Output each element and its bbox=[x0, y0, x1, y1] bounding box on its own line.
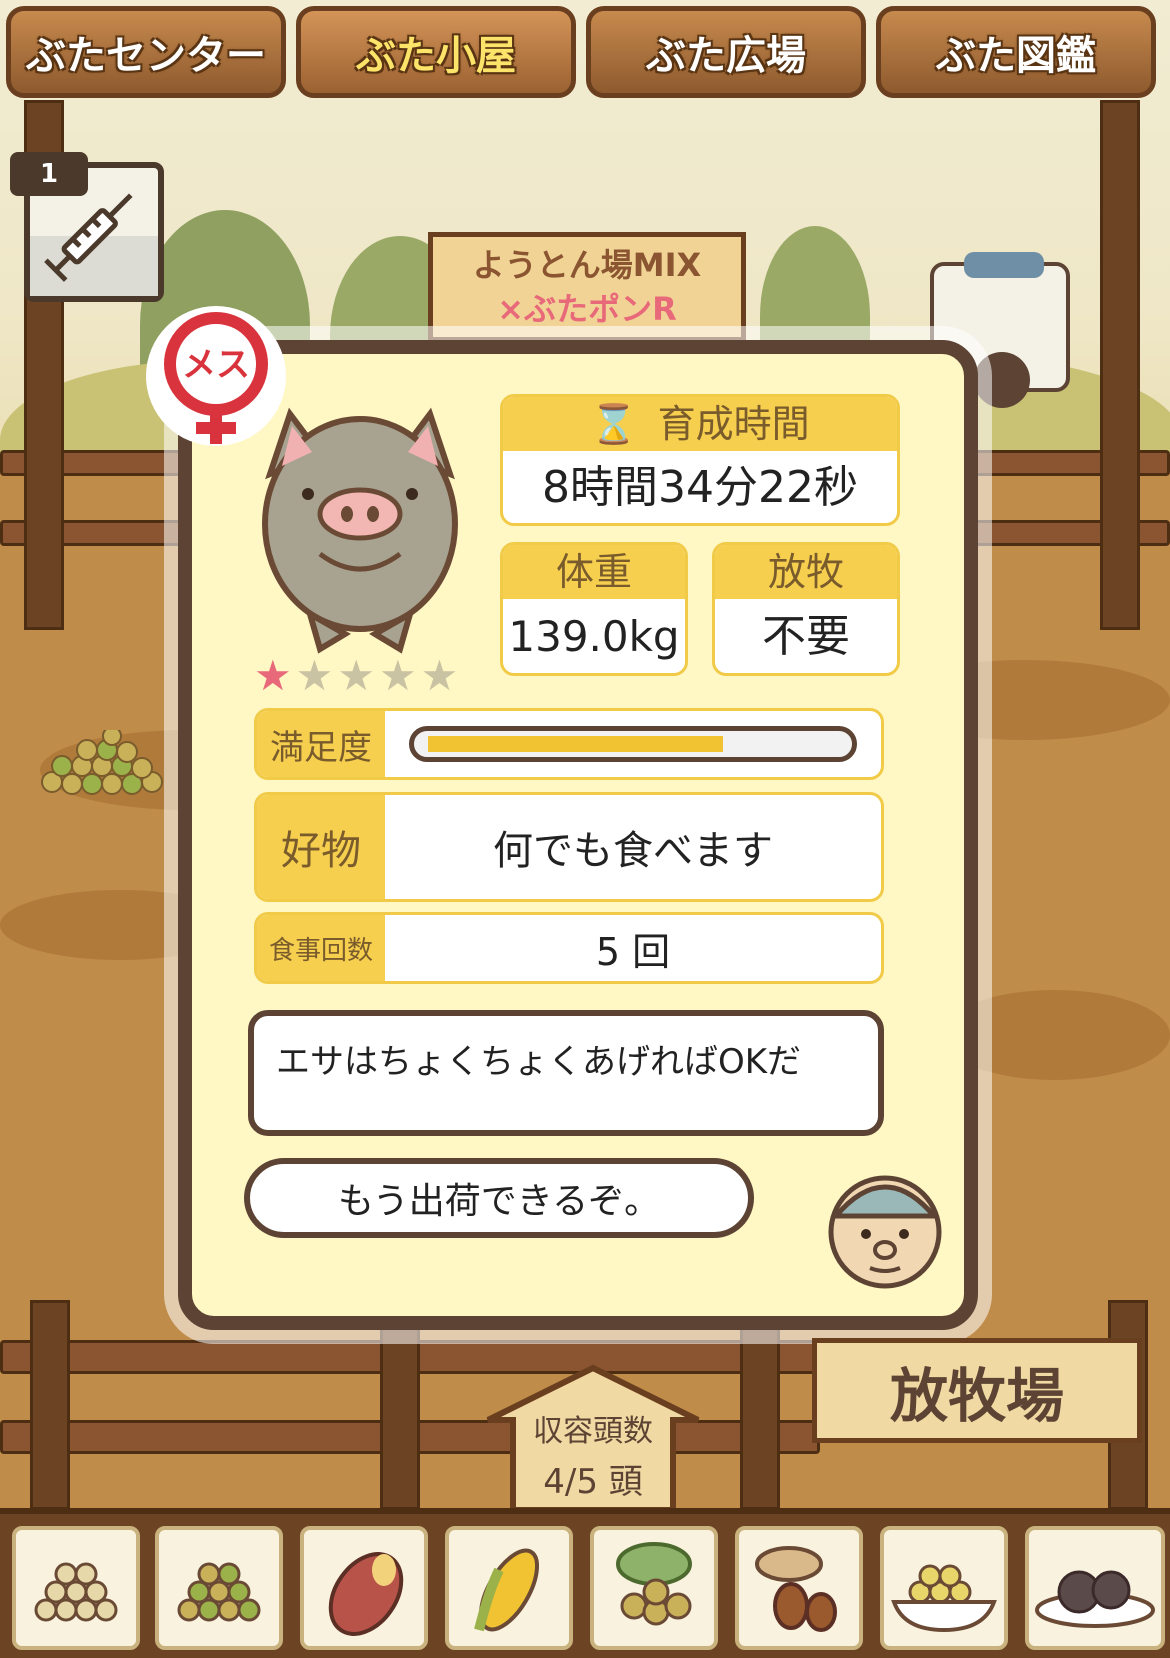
promo-sign[interactable]: ようとん場MIX ×ぶたポンR bbox=[428, 232, 746, 342]
satisfaction-label: 満足度 bbox=[257, 711, 385, 777]
growth-time-box: ⌛ 育成時間 8時間34分22秒 bbox=[500, 394, 900, 526]
farmer-avatar bbox=[828, 1175, 942, 1289]
tab-buta-goya[interactable]: ぶた小屋 bbox=[296, 6, 576, 98]
feed-pile[interactable] bbox=[32, 730, 172, 800]
feed-bowl-button[interactable] bbox=[880, 1526, 1008, 1650]
satisfaction-bar bbox=[409, 726, 857, 762]
sweet-potato-icon bbox=[328, 1552, 404, 1636]
fence-post bbox=[1100, 100, 1140, 630]
gender-label: メス bbox=[182, 345, 250, 385]
grazing-value: 不要 bbox=[762, 611, 850, 662]
rarity-stars: ★ ★ ★ ★ ★ bbox=[254, 651, 484, 700]
meal-count-label: 食事回数 bbox=[257, 915, 385, 981]
satisfaction-bar-fill bbox=[428, 736, 724, 752]
tab-buta-center[interactable]: ぶたセンター bbox=[6, 6, 286, 98]
fence-post bbox=[740, 1300, 780, 1510]
fence-post bbox=[30, 1300, 70, 1510]
weight-label: 体重 bbox=[503, 545, 685, 599]
farmer-speech-bubble-2: もう出荷できるぞ。 bbox=[244, 1158, 754, 1238]
grazing-label: 放牧 bbox=[715, 545, 897, 599]
truffle-icon bbox=[1035, 1570, 1155, 1628]
pasture-button[interactable]: 放牧場 bbox=[812, 1338, 1142, 1443]
favorite-food-value: 何でも食べます bbox=[493, 828, 773, 874]
corn-button[interactable] bbox=[445, 1526, 573, 1650]
hourglass-icon: ⌛ bbox=[590, 402, 638, 446]
star-icon-filled: ★ bbox=[254, 651, 292, 700]
star-icon-empty: ★ bbox=[378, 651, 417, 700]
fence-post bbox=[380, 1300, 420, 1510]
vaccine-count-badge: 1 bbox=[10, 152, 88, 196]
mixed-grain-icon bbox=[177, 1562, 261, 1622]
leaf-nut-icon bbox=[616, 1542, 692, 1626]
corn-icon bbox=[474, 1548, 539, 1632]
meal-count-row: 食事回数 5 回 bbox=[254, 912, 884, 984]
grazing-box: 放牧 不要 bbox=[712, 542, 900, 676]
farmer-speech-bubble: エサはちょくちょくあげればOKだ bbox=[248, 1010, 884, 1136]
growth-time-label: 育成時間 bbox=[657, 402, 810, 446]
weight-box: 体重 139.0kg bbox=[500, 542, 688, 676]
tab-buta-hiroba[interactable]: ぶた広場 bbox=[586, 6, 866, 98]
favorite-food-row: 好物 何でも食べます bbox=[254, 792, 884, 902]
capacity-label: 収容頭数 bbox=[533, 1414, 653, 1449]
acorn-icon bbox=[755, 1546, 837, 1632]
capacity-value: 4/5 頭 bbox=[543, 1462, 643, 1502]
star-icon-empty: ★ bbox=[420, 651, 459, 700]
star-icon-empty: ★ bbox=[337, 651, 375, 700]
meal-count-value: 5 回 bbox=[595, 929, 671, 974]
truffle-button[interactable] bbox=[1025, 1526, 1165, 1650]
capacity-sign: 収容頭数 4/5 頭 bbox=[468, 1364, 718, 1514]
satisfaction-row: 満足度 bbox=[254, 708, 884, 780]
grain-feed-icon bbox=[34, 1562, 118, 1622]
mixed-grain-button[interactable] bbox=[155, 1526, 283, 1650]
top-tab-bar: ぶたセンター ぶた小屋 ぶた広場 ぶた図鑑 bbox=[0, 0, 1170, 110]
promo-sign-line1: ようとん場MIX bbox=[472, 246, 702, 284]
star-icon-empty: ★ bbox=[295, 651, 334, 700]
promo-sign-line2: ×ぶたポンR bbox=[497, 290, 677, 328]
tab-buta-zukan[interactable]: ぶた図鑑 bbox=[876, 6, 1156, 98]
feed-bowl-icon bbox=[891, 1564, 997, 1633]
growth-time-value: 8時間34分22秒 bbox=[542, 462, 858, 513]
grain-feed-button[interactable] bbox=[12, 1526, 140, 1650]
acorn-button[interactable] bbox=[735, 1526, 863, 1650]
female-badge: メス bbox=[146, 306, 286, 446]
weight-value: 139.0kg bbox=[508, 612, 680, 661]
sweet-potato-button[interactable] bbox=[300, 1526, 428, 1650]
female-symbol-icon: メス bbox=[164, 312, 268, 444]
feed-toolbar bbox=[0, 1508, 1170, 1658]
favorite-food-label: 好物 bbox=[257, 795, 385, 899]
leaf-nut-button[interactable] bbox=[590, 1526, 718, 1650]
